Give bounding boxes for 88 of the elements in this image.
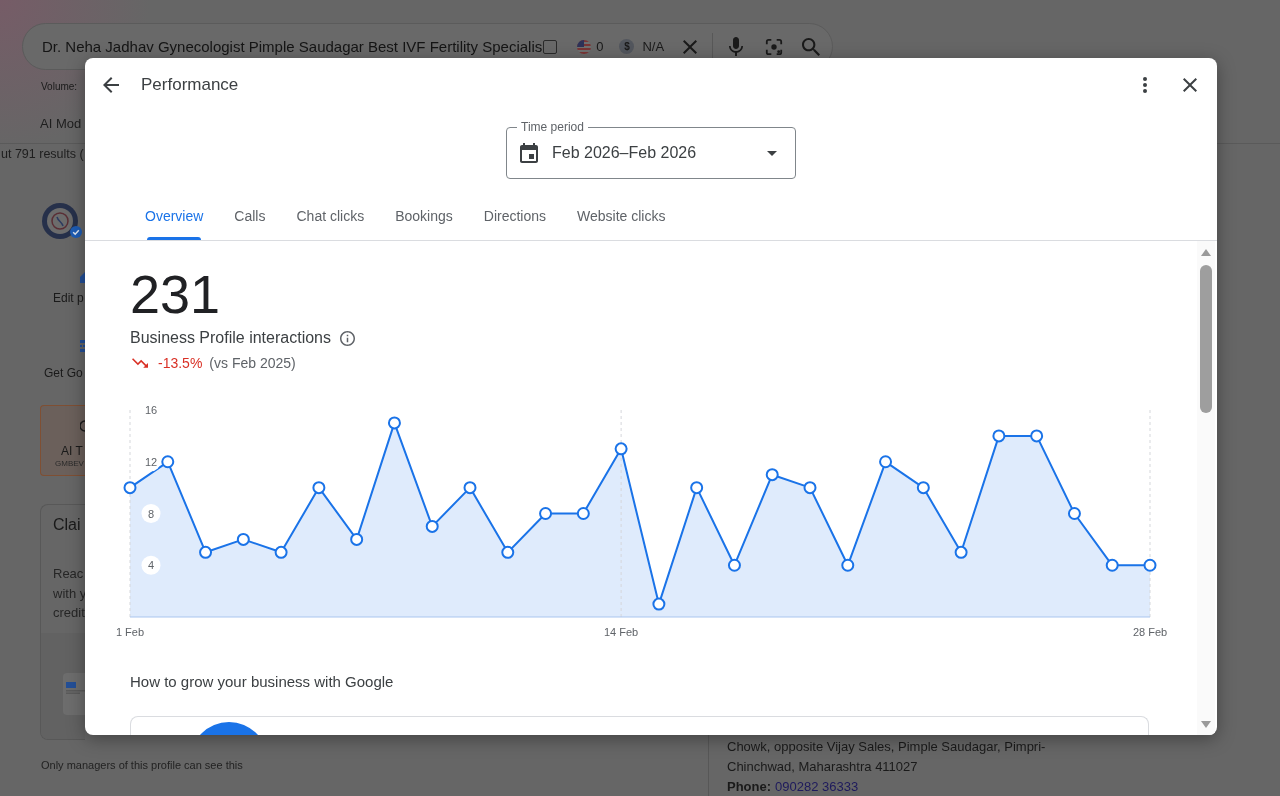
action-label: Edit p [53, 290, 84, 306]
grid-icon [80, 340, 85, 352]
data-point [350, 532, 364, 546]
card-title: AI T [61, 443, 83, 459]
comparison-text: (vs Feb 2025) [209, 354, 296, 372]
scrollbar-track[interactable] [1197, 241, 1215, 735]
axis-label: 1 Feb [115, 626, 145, 638]
axis-label: 4 [141, 555, 161, 575]
data-point [312, 481, 326, 495]
card-title: Clai [53, 515, 81, 535]
data-point [841, 558, 855, 572]
tab[interactable]: Directions [483, 192, 546, 240]
price-value: N/A [642, 39, 665, 54]
data-point [1067, 507, 1081, 520]
axis-label: 14 Feb [604, 626, 639, 638]
calendar-icon [520, 143, 538, 163]
data-point [274, 545, 288, 559]
axis-label: 16 [144, 404, 158, 416]
clear-icon[interactable] [683, 39, 698, 54]
data-point [576, 507, 590, 520]
data-point [425, 519, 439, 533]
phone-label: Phone: [727, 778, 772, 796]
address-line: Chowk, opposite Vijay Sales, Pimple Saudagar, Pimpri- [727, 738, 1046, 756]
mode-label: AI Mod [40, 116, 82, 132]
data-point [992, 429, 1006, 443]
managers-note: Only managers of this profile can see this [41, 758, 243, 772]
data-point [652, 597, 666, 611]
field-label: Time period [517, 120, 588, 134]
results-count: ut 791 results ( [1, 147, 84, 162]
data-point [803, 481, 817, 495]
data-point [1143, 558, 1157, 572]
currency-symbol: $ [619, 39, 635, 54]
flag-count: 0 [596, 39, 604, 54]
y-tick-label: 4 [147, 559, 155, 572]
card-code: GMBEV [55, 459, 84, 469]
data-point [954, 545, 968, 559]
section-title: How to grow your business with Google [130, 672, 394, 692]
card-text-line: credit [53, 604, 85, 622]
tab[interactable]: Chat clicks [296, 192, 365, 240]
data-point [765, 468, 779, 482]
data-point [161, 455, 175, 469]
flag-icon [577, 39, 592, 54]
info-icon[interactable] [340, 330, 355, 346]
data-point [727, 558, 741, 572]
action-label: Get Go [44, 365, 83, 381]
metric-label: Business Profile interactions [130, 328, 331, 348]
data-point [1030, 429, 1044, 443]
data-point [916, 481, 930, 495]
search-input[interactable]: Dr. Neha Jadhav Gynecologist Pimple Saudagar Best IVF Fertility Specialis [42, 38, 543, 55]
more-icon[interactable] [1143, 77, 1147, 93]
verified-icon [70, 226, 82, 238]
data-point [123, 481, 137, 495]
triangle-up-icon[interactable] [1201, 249, 1211, 256]
checkbox[interactable] [543, 39, 558, 54]
microphone-icon[interactable] [729, 37, 744, 56]
illustration [200, 722, 258, 735]
axis-label: 28 Feb [1132, 626, 1168, 638]
data-point [501, 545, 515, 559]
volume-label: Volume: [41, 80, 78, 94]
data-point [199, 545, 213, 559]
axis-label: 8 [141, 504, 161, 523]
data-point [1105, 558, 1119, 572]
image-icon [66, 681, 85, 694]
data-point [236, 532, 250, 546]
data-point [879, 455, 893, 469]
data-point [463, 481, 477, 495]
y-tick-label: 8 [147, 507, 155, 520]
tab[interactable]: Overview [145, 192, 204, 240]
dialog-title: Performance [141, 75, 239, 95]
tab[interactable]: Website clicks [577, 192, 666, 240]
data-point [614, 442, 628, 456]
metric-value: 231 [130, 264, 221, 324]
logo-icon [42, 203, 78, 239]
search-icon[interactable] [802, 37, 821, 56]
change-percent: -13.5% [158, 354, 203, 372]
card-text-line: Reac [53, 565, 84, 583]
scrollbar-thumb[interactable] [1200, 265, 1212, 413]
arrow-left-icon[interactable] [103, 77, 119, 93]
data-point [387, 416, 401, 430]
camera-icon[interactable] [765, 37, 784, 56]
data-point [539, 507, 553, 520]
data-point [690, 481, 704, 495]
tab[interactable]: Bookings [395, 192, 453, 240]
caret-down-icon [767, 150, 777, 156]
triangle-down-icon[interactable] [1201, 721, 1211, 728]
close-icon[interactable] [1183, 78, 1197, 92]
tab[interactable]: Calls [234, 192, 266, 240]
address-line: Chinchwad, Maharashtra 411027 [727, 758, 918, 776]
